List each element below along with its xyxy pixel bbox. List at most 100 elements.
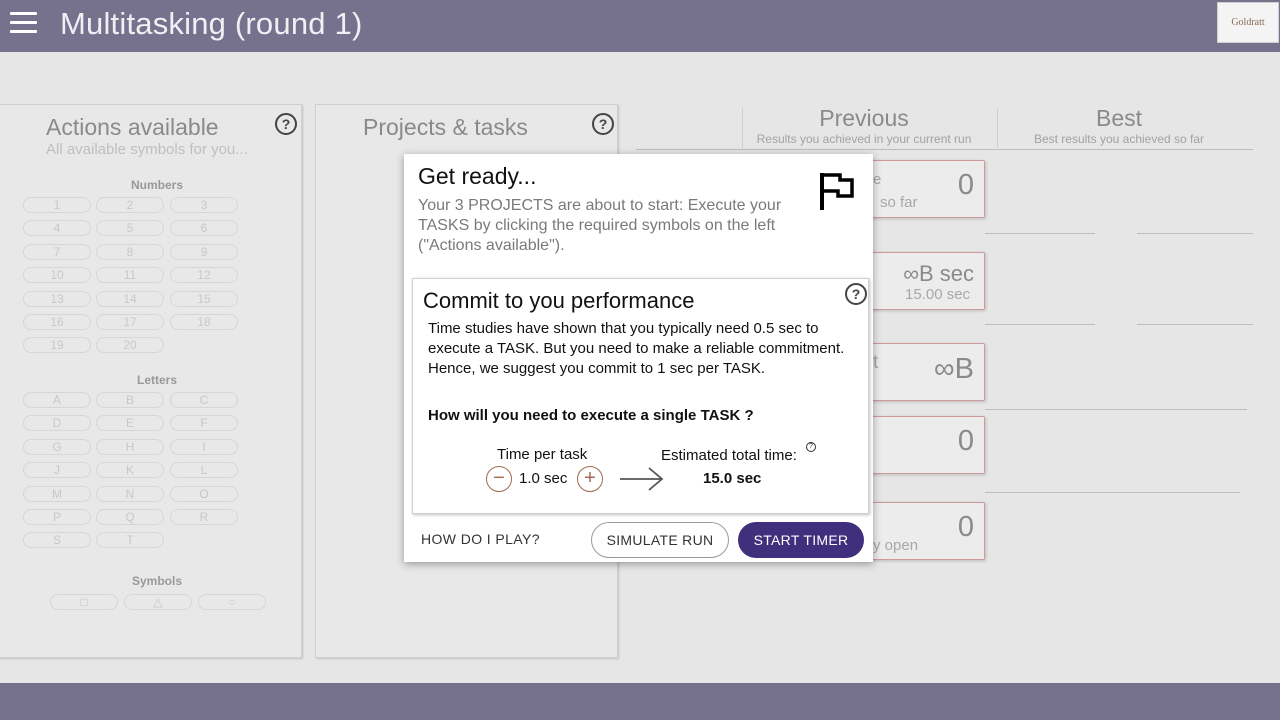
best-title: Best xyxy=(1095,105,1143,131)
action-button[interactable]: 14 xyxy=(96,290,164,307)
action-button[interactable]: B xyxy=(96,392,164,408)
action-button[interactable]: 9 xyxy=(170,243,238,260)
action-button[interactable]: 18 xyxy=(170,314,238,330)
decrease-button[interactable]: − xyxy=(486,466,512,492)
action-button[interactable]: 8 xyxy=(96,243,164,260)
increase-button[interactable]: + xyxy=(577,466,603,492)
divider xyxy=(1137,324,1253,325)
action-button[interactable]: F xyxy=(170,415,238,432)
help-icon[interactable]: ? xyxy=(592,113,614,135)
previous-header: Previous Results you achieved in your cu… xyxy=(743,105,985,146)
previous-title: Previous xyxy=(819,105,909,131)
action-button[interactable]: 5 xyxy=(96,220,164,237)
card-caption: y open xyxy=(873,537,919,554)
best-subtitle: Best results you achieved so far xyxy=(1033,132,1205,146)
time-per-task-label: Time per task xyxy=(497,446,588,463)
help-icon[interactable]: ? xyxy=(275,113,297,135)
card-value: 0 xyxy=(957,169,974,201)
action-button[interactable]: M xyxy=(23,485,91,502)
action-button[interactable]: 6 xyxy=(170,220,238,237)
divider xyxy=(985,324,1095,325)
action-button[interactable]: 3 xyxy=(170,197,238,213)
commit-question: How will you need to execute a single TA… xyxy=(428,407,754,424)
previous-subtitle: Results you achieved in your current run xyxy=(756,132,972,146)
divider xyxy=(1137,233,1253,234)
simulate-run-button[interactable]: SIMULATE RUN xyxy=(591,522,729,558)
card-value: ∞B xyxy=(933,353,974,385)
action-button[interactable]: 12 xyxy=(170,267,238,284)
get-ready-dialog: Get ready... Your 3 PROJECTS are about t… xyxy=(404,154,873,562)
commit-section: Commit to you performance ? Time studies… xyxy=(412,278,869,514)
commit-text: Time studies have shown that you typical… xyxy=(428,320,845,377)
card-value: 0 xyxy=(957,511,974,543)
page-title: Multitasking (round 1) xyxy=(60,6,363,41)
card-value: 0 xyxy=(957,425,974,457)
action-button[interactable]: 4 xyxy=(23,220,91,237)
action-button[interactable]: 7 xyxy=(23,243,91,260)
result-card: e 0 so far xyxy=(862,160,985,218)
card-caption: so far xyxy=(880,194,918,211)
divider xyxy=(985,409,1247,410)
action-button[interactable]: L xyxy=(170,462,238,479)
action-button[interactable]: 1 xyxy=(23,197,91,213)
projects-title: Projects & tasks xyxy=(363,114,528,140)
actions-panel: Actions available ? All available symbol… xyxy=(0,104,302,658)
action-button[interactable]: 15 xyxy=(170,290,238,307)
action-button[interactable]: S xyxy=(23,532,91,549)
header-bar: Multitasking (round 1) Goldratt xyxy=(0,0,1280,52)
actions-subtitle: All available symbols for you... xyxy=(46,141,248,158)
action-button[interactable]: Q xyxy=(96,509,164,525)
action-button[interactable]: 17 xyxy=(96,314,164,330)
action-button[interactable]: E xyxy=(96,415,164,432)
action-button[interactable]: 11 xyxy=(96,267,164,284)
action-button[interactable]: 16 xyxy=(23,314,91,330)
action-button[interactable]: T xyxy=(96,532,164,549)
commit-title: Commit to you performance xyxy=(423,288,695,313)
action-button[interactable]: H xyxy=(96,438,164,455)
result-card: t ∞B xyxy=(862,343,985,401)
help-icon[interactable]: ? xyxy=(845,283,867,305)
start-timer-button[interactable]: START TIMER xyxy=(738,522,864,558)
dialog-title: Get ready... xyxy=(418,163,537,189)
result-card: 0 xyxy=(862,416,985,474)
card-value: ∞B sec xyxy=(903,261,974,286)
action-button[interactable]: D xyxy=(23,415,91,432)
action-button[interactable]: ○ xyxy=(198,594,266,610)
action-button[interactable]: □ xyxy=(50,594,118,610)
action-button[interactable]: P xyxy=(23,509,91,525)
action-button[interactable]: 20 xyxy=(96,337,164,354)
divider xyxy=(997,108,998,148)
action-button[interactable]: C xyxy=(170,392,238,408)
action-button[interactable]: I xyxy=(170,438,238,455)
flag-icon xyxy=(820,173,854,210)
arrow-right-icon xyxy=(620,467,664,491)
action-button[interactable]: 10 xyxy=(23,267,91,284)
action-button[interactable]: R xyxy=(170,509,238,525)
best-header: Best Best results you achieved so far xyxy=(998,105,1240,146)
action-button[interactable]: 19 xyxy=(23,337,91,354)
card-label: e xyxy=(873,171,882,188)
action-button[interactable]: O xyxy=(170,485,238,502)
action-button[interactable]: 2 xyxy=(96,197,164,213)
result-card: ∞B sec 15.00 sec xyxy=(862,252,985,310)
action-button[interactable]: N xyxy=(96,485,164,502)
help-icon[interactable]: ? xyxy=(806,442,816,452)
divider xyxy=(985,233,1095,234)
menu-icon[interactable] xyxy=(10,12,37,36)
time-per-task-value: 1.0 sec xyxy=(519,470,568,487)
divider xyxy=(636,149,1253,150)
action-button[interactable]: K xyxy=(96,462,164,479)
numbers-group-label: Numbers xyxy=(130,178,183,192)
action-button[interactable]: A xyxy=(23,392,91,408)
result-card: 0 y open xyxy=(862,502,985,560)
action-button[interactable]: △ xyxy=(124,594,192,610)
estimated-time-label: Estimated total time: xyxy=(661,447,797,464)
how-to-play-button[interactable]: HOW DO I PLAY? xyxy=(421,531,540,547)
action-button[interactable]: 13 xyxy=(23,290,91,307)
estimated-time-value: 15.0 sec xyxy=(703,470,762,487)
card-label: t xyxy=(873,352,879,373)
goldratt-logo: Goldratt xyxy=(1217,2,1279,43)
action-button[interactable]: G xyxy=(23,438,91,455)
divider xyxy=(742,108,743,148)
action-button[interactable]: J xyxy=(23,462,91,479)
